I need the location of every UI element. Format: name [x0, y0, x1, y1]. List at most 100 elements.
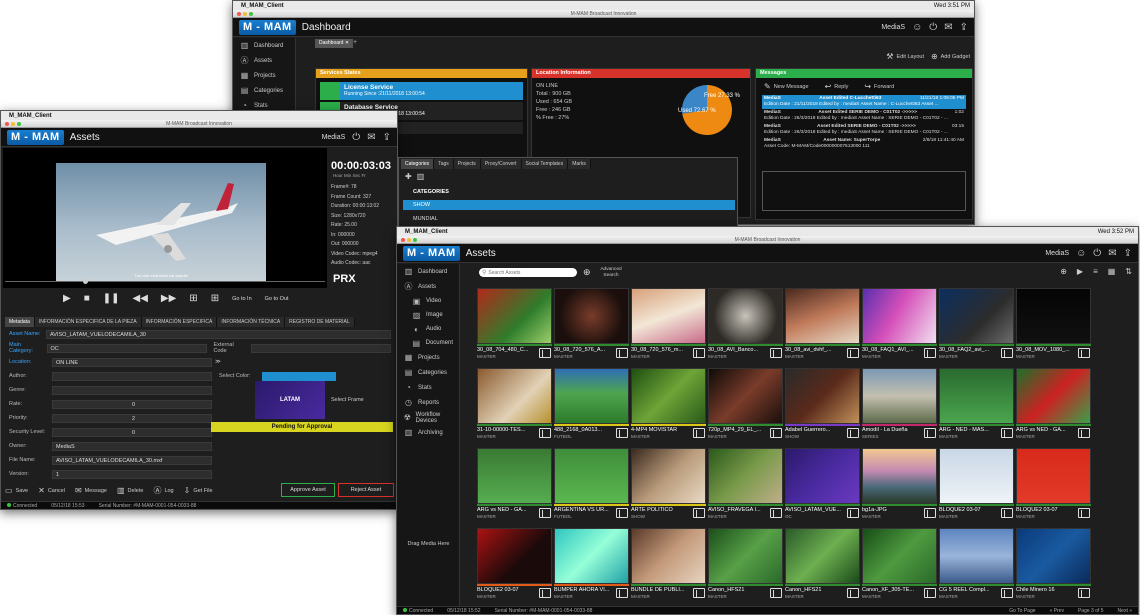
file-name-field[interactable]: AVISO_LATAM_VUELODECAMILA_30.mxf	[52, 455, 212, 465]
maximize-window-button[interactable]	[249, 12, 253, 16]
asset-thumbnail[interactable]	[631, 368, 706, 424]
tab-social-templates[interactable]: Social Templates	[521, 159, 569, 169]
asset-name-field[interactable]: AVISO_LATAM_VUELODECAMILA_30	[46, 329, 391, 339]
priority-stepper[interactable]: 2	[52, 413, 212, 423]
message-icon[interactable]: ✉	[367, 132, 375, 143]
asset-tile[interactable]: Canon_HFS21 MASTER	[708, 528, 783, 606]
sidebar-item-categories[interactable]: ▤ Categories	[397, 365, 459, 380]
cancel-button[interactable]: ✕ Cancel	[38, 485, 65, 496]
asset-tile[interactable]: 4-MP4 MOVISTAR MASTER	[631, 368, 706, 446]
approve-asset-button[interactable]: Approve Asset	[281, 483, 335, 497]
asset-tile[interactable]: ARGENTINA VS UR... FUTBOL	[554, 448, 629, 526]
asset-thumbnail[interactable]	[554, 368, 629, 424]
mark-in-icon[interactable]: ⊞	[189, 293, 197, 304]
asset-tile[interactable]: 488_2168_0A013... FUTBOL	[554, 368, 629, 446]
pause-icon[interactable]: ❚❚	[103, 293, 120, 304]
asset-tile[interactable]: ARG vs NED - GA... MASTER	[1016, 368, 1091, 446]
forward-button[interactable]: ↪ Forward	[864, 82, 894, 91]
message-icon[interactable]: ✉	[944, 22, 952, 33]
add-gadget-button[interactable]: ⊕ Add Gadget	[931, 52, 970, 61]
mac-app-name[interactable]: M_MAM_Client	[9, 113, 52, 119]
asset-tile[interactable]: 30_08_720_576_A... MASTER	[554, 288, 629, 366]
asset-thumbnail[interactable]	[939, 528, 1014, 584]
minimize-window-button[interactable]	[407, 238, 411, 242]
asset-tile[interactable]: Canon_HFS21 MASTER	[785, 528, 860, 606]
timeline-handle[interactable]	[83, 279, 88, 284]
power-icon[interactable]: ⏻	[929, 22, 937, 33]
search-input[interactable]	[488, 269, 575, 276]
minimize-window-button[interactable]	[11, 122, 15, 126]
asset-tile[interactable]: BLOQUE2 03-07 MASTER	[1016, 448, 1091, 526]
sidebar-item-dashboard[interactable]: ▥ Dashboard	[233, 38, 295, 53]
grid-view-icon[interactable]: ▦	[1108, 267, 1116, 276]
security-stepper[interactable]: 0	[52, 427, 212, 437]
asset-tile[interactable]: 720p_MP4_29_EL_... MASTER	[708, 368, 783, 446]
new-message-button[interactable]: ✎ New Message	[764, 82, 809, 91]
upload-icon[interactable]: ⇪	[1124, 248, 1132, 259]
asset-thumbnail[interactable]	[785, 528, 860, 584]
asset-thumbnail[interactable]	[477, 288, 552, 344]
asset-thumbnail[interactable]	[785, 448, 860, 504]
close-window-button[interactable]	[5, 122, 9, 126]
play-icon[interactable]: ▶	[63, 293, 71, 304]
genre-field[interactable]	[52, 385, 212, 395]
sort-icon[interactable]: ⇅	[1125, 267, 1132, 276]
asset-tile[interactable]: 30_08_avi_dvhf_... MASTER	[785, 288, 860, 366]
asset-thumbnail[interactable]	[785, 368, 860, 424]
play-icon[interactable]: ▶	[1077, 267, 1083, 276]
tab-proxy-convert[interactable]: Proxy/Convert	[480, 159, 522, 169]
main-category-field[interactable]: OC	[46, 343, 207, 353]
color-select[interactable]	[262, 371, 336, 381]
asset-thumbnail[interactable]	[554, 288, 629, 344]
category-item-show[interactable]: SHOW	[403, 200, 735, 210]
close-window-button[interactable]	[237, 12, 241, 16]
tab-categories[interactable]: Categories	[401, 159, 435, 169]
asset-thumbnail[interactable]	[1016, 448, 1091, 504]
fast-forward-icon[interactable]: ▶▶	[161, 293, 176, 304]
edit-layout-button[interactable]: ⚒ Edit Layout	[886, 52, 924, 61]
sidebar-item-reports[interactable]: ◷ Reports	[397, 395, 459, 410]
asset-tile[interactable]: BLOQUE2 03-07 MASTER	[939, 448, 1014, 526]
asset-thumbnail[interactable]	[939, 288, 1014, 344]
go-to-page-button[interactable]: Go To Page	[1009, 608, 1035, 614]
rewind-icon[interactable]: ◀◀	[133, 293, 148, 304]
asset-tile[interactable]: 31-10-00000-TES... MASTER	[477, 368, 552, 446]
asset-thumbnail[interactable]	[554, 448, 629, 504]
reject-asset-button[interactable]: Reject Asset	[338, 483, 394, 497]
upload-icon[interactable]: ⇪	[960, 22, 968, 33]
power-icon[interactable]: ⏻	[1093, 248, 1101, 259]
asset-tile[interactable]: Canon_XF_305-TE... MASTER	[862, 528, 937, 606]
power-icon[interactable]: ⏻	[352, 132, 360, 143]
message-button[interactable]: ✉ Message	[75, 485, 107, 496]
maximize-window-button[interactable]	[413, 238, 417, 242]
zoom-search-icon[interactable]: ⊕	[583, 267, 591, 278]
asset-thumbnail[interactable]	[708, 368, 783, 424]
asset-thumbnail[interactable]	[477, 528, 552, 584]
asset-tile[interactable]: CG 5 REEL Compl... MASTER	[939, 528, 1014, 606]
author-field[interactable]	[52, 371, 212, 381]
asset-tile[interactable]: ARG vs NED - GA... MASTER	[477, 448, 552, 526]
sidebar-item-archiving[interactable]: ▥ Archiving	[397, 425, 459, 440]
asset-tile[interactable]: AVISO_FRAVEGA I... MASTER	[708, 448, 783, 526]
owner-field[interactable]: MediaS	[52, 441, 212, 451]
asset-thumbnail[interactable]	[862, 288, 937, 344]
asset-tile[interactable]: bg1a-JPG MASTER	[862, 448, 937, 526]
message-item[interactable]: MediaS Asset Edited SERIE DEMO - C01T02 -…	[762, 123, 966, 137]
asset-tile[interactable]: 30_08_720_576_m... MASTER	[631, 288, 706, 366]
search-box[interactable]: ⚲	[479, 268, 577, 277]
mark-out-icon[interactable]: ⊞	[211, 293, 219, 304]
next-page-button[interactable]: Next »	[1118, 608, 1132, 614]
get-file-button[interactable]: ⇩ Get File	[184, 485, 213, 496]
tab-info-tecnica[interactable]: INFORMACIÓN TÉCNICA	[217, 317, 286, 327]
asset-tile[interactable]: BUNDLE DE PUBLI... MASTER	[631, 528, 706, 606]
asset-thumbnail[interactable]	[631, 288, 706, 344]
asset-tile[interactable]: 30_08_MOV_1080_... MASTER	[1016, 288, 1091, 366]
mac-app-name[interactable]: M_MAM_Client	[241, 3, 284, 9]
upload-icon[interactable]: ⇪	[383, 132, 391, 143]
asset-thumbnail[interactable]	[785, 288, 860, 344]
asset-tile[interactable]: Chile Minero 16 MASTER	[1016, 528, 1091, 606]
tab-dashboard[interactable]: Dashboard ✕	[315, 39, 354, 48]
go-to-in-button[interactable]: Go to In	[232, 296, 252, 302]
asset-tile[interactable]: BUMPER AHORA VI... MASTER	[554, 528, 629, 606]
stop-icon[interactable]: ■	[84, 293, 90, 304]
